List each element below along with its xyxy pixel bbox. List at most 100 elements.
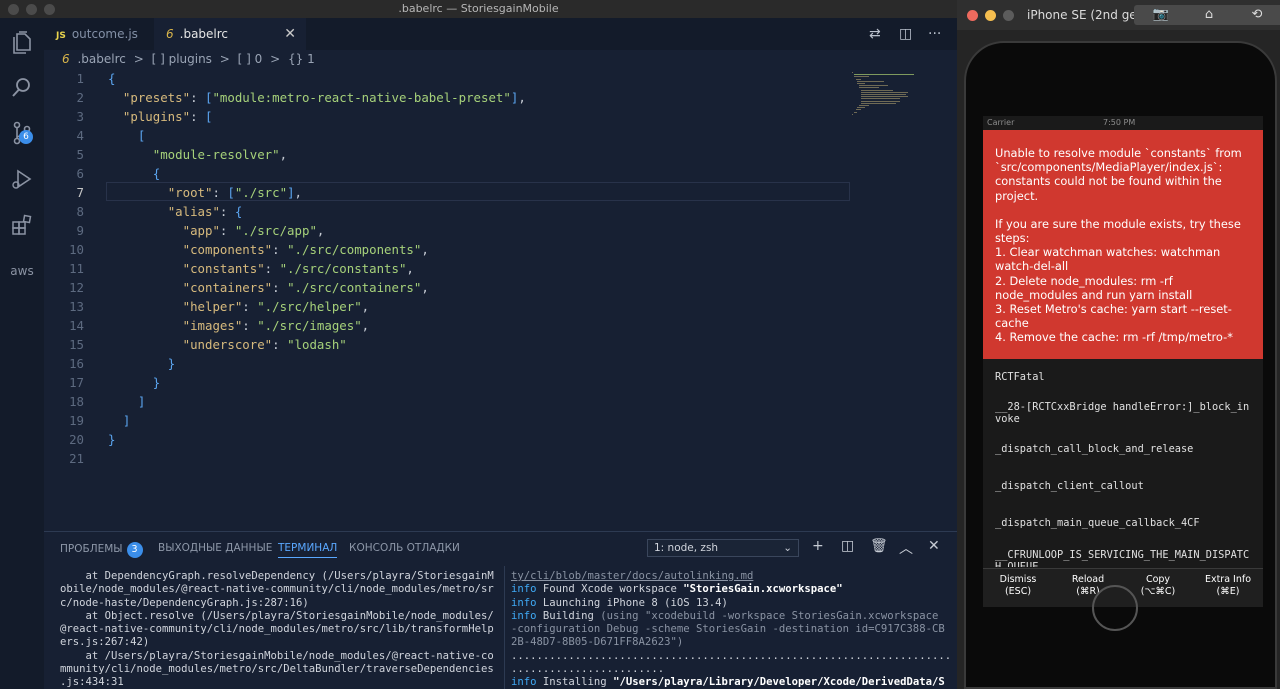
split-terminal-icon[interactable]: ◫ <box>841 538 854 554</box>
screenshot-icon[interactable]: 📷 <box>1134 5 1188 25</box>
editor-tabs: JS outcome.js 6 .babelrc ✕ ⇄ ◫ ··· <box>44 18 957 50</box>
terminal-line: .js:434:31 <box>60 676 124 689</box>
breadcrumb-separator: > <box>133 52 144 66</box>
babel-file-icon: 6 <box>166 27 174 41</box>
terminal-divider[interactable] <box>504 566 505 689</box>
line-number: 4 <box>76 128 84 143</box>
terminal-left[interactable]: at DependencyGraph.resolveDependency (/U… <box>60 570 494 689</box>
minimap-line <box>857 83 866 84</box>
tab-debug-console[interactable]: КОНСОЛЬ ОТЛАДКИ <box>349 542 460 554</box>
stack-frame: _dispatch_client_callout <box>995 480 1144 492</box>
code-line: "helper": "./src/helper", <box>182 299 370 314</box>
minimap-line <box>861 100 900 102</box>
line-number: 7 <box>76 185 84 200</box>
window-title: .babelrc — StoriesgainMobile <box>398 2 559 15</box>
close-window-button[interactable] <box>967 10 978 21</box>
terminal-line: at /Users/playra/StoriesgainMobile/node_… <box>60 649 494 662</box>
files-icon[interactable] <box>9 30 35 56</box>
minimap-line <box>857 80 884 82</box>
minimap-line <box>855 78 862 80</box>
minimize-window-button[interactable] <box>26 4 37 15</box>
line-number: 20 <box>69 432 84 447</box>
minimize-window-button[interactable] <box>985 10 996 21</box>
ios-simulator: iPhone SE (2nd ge... 📷 ⌂ ⟲ Carrier 7:50 … <box>957 0 1280 689</box>
close-tab-icon[interactable]: ✕ <box>284 18 296 50</box>
extensions-icon[interactable] <box>9 212 35 238</box>
extra-info-button[interactable]: Extra Info (⌘E) <box>1193 574 1263 598</box>
minimap-line <box>861 98 900 100</box>
search-icon[interactable] <box>9 74 35 100</box>
code-line: "constants": "./src/constants", <box>182 261 414 276</box>
line-number: 1 <box>76 71 84 86</box>
terminal-select[interactable]: 1: node, zsh ⌄ <box>647 539 799 557</box>
terminal-line: -configuration Debug -scheme StoriesGain… <box>511 623 945 636</box>
line-number: 9 <box>76 223 84 238</box>
chevron-down-icon: ⌄ <box>783 542 792 554</box>
babel-file-icon: 6 <box>62 52 70 66</box>
line-number: 18 <box>69 394 84 409</box>
line-number: 19 <box>69 413 84 428</box>
breadcrumb-item[interactable]: [ ] 0 <box>238 52 263 66</box>
bottom-panel: ПРОБЛЕМЫ 3 ВЫХОДНЫЕ ДАННЫЕ ТЕРМИНАЛ КОНСО… <box>44 531 957 689</box>
code-line: { <box>152 166 161 181</box>
javascript-file-icon: JS <box>56 31 66 41</box>
dismiss-button[interactable]: Dismiss (ESC) <box>983 574 1053 598</box>
minimap-line <box>852 72 854 73</box>
tab-problems[interactable]: ПРОБЛЕМЫ 3 <box>60 542 143 558</box>
run-debug-icon[interactable] <box>9 166 35 192</box>
add-terminal-icon[interactable]: + <box>812 538 824 554</box>
more-actions-icon[interactable]: ··· <box>928 18 941 50</box>
minimap-line <box>861 102 897 104</box>
rotate-icon[interactable]: ⟲ <box>1230 5 1280 25</box>
breadcrumb-item[interactable]: .babelrc <box>77 52 125 66</box>
line-number: 8 <box>76 204 84 219</box>
breadcrumb-item[interactable]: {} 1 <box>288 52 315 66</box>
split-editor-icon[interactable]: ◫ <box>899 18 912 50</box>
code-editor[interactable]: 1 {2 "presets": ["module:metro-react-nati… <box>44 69 957 531</box>
terminal-line: info Installing "/Users/playra/Library/D… <box>511 676 945 689</box>
minimap-line <box>861 89 893 91</box>
zoom-window-button[interactable] <box>1003 10 1014 21</box>
open-changes-icon[interactable]: ⇄ <box>869 18 881 50</box>
source-control-icon[interactable]: 6 <box>9 120 35 146</box>
terminal-line: ers.js:267:42) <box>60 636 150 649</box>
line-number: 5 <box>76 147 84 162</box>
activity-bar: 6 aws <box>0 18 44 689</box>
close-window-button[interactable] <box>8 4 19 15</box>
stack-frame: RCTFatal <box>995 371 1045 383</box>
tab-output[interactable]: ВЫХОДНЫЕ ДАННЫЕ <box>158 542 272 554</box>
error-redbox: Unable to resolve module `constants` fro… <box>983 130 1263 359</box>
minimap-line <box>859 105 870 106</box>
aws-icon[interactable]: aws <box>9 258 35 284</box>
code-line: } <box>152 375 161 390</box>
breadcrumb-item[interactable]: [ ] plugins <box>152 52 212 66</box>
code-line: { <box>108 71 116 86</box>
phone-home-button[interactable] <box>1092 585 1138 631</box>
close-panel-icon[interactable]: ✕ <box>928 538 940 554</box>
minimap-line <box>853 76 870 78</box>
minimap-line <box>853 74 914 76</box>
home-icon[interactable]: ⌂ <box>1182 5 1236 25</box>
code-line: "module-resolver", <box>152 147 288 162</box>
terminal-line: info Launching iPhone 8 (iOS 13.4) <box>511 596 728 609</box>
tab-terminal[interactable]: ТЕРМИНАЛ <box>278 542 338 558</box>
terminal-right[interactable]: ty/cli/blob/master/docs/autolinking.md in… <box>511 570 951 689</box>
terminal-line: @react-native-community/cli/node_modules… <box>60 623 494 636</box>
stack-frame: __CFRUNLOOP_IS_SERVICING_THE_MAIN_DISPAT… <box>995 549 1250 567</box>
code-line: [ <box>137 128 146 143</box>
phone-screen[interactable]: Carrier 7:50 PM Unable to resolve module… <box>983 116 1263 607</box>
zoom-window-button[interactable] <box>44 4 55 15</box>
minimap-line <box>852 113 854 115</box>
terminal-line: ........................................… <box>511 649 951 662</box>
line-number: 12 <box>69 280 84 295</box>
tab-babelrc[interactable]: 6 .babelrc ✕ <box>154 18 306 50</box>
maximize-panel-icon[interactable]: ︿ <box>899 538 913 558</box>
line-number: 2 <box>76 90 84 105</box>
trash-icon[interactable]: 🗑 <box>870 538 888 554</box>
breadcrumb-separator: > <box>219 52 230 66</box>
code-line: "underscore": "lodash" <box>182 337 347 352</box>
tab-outcome-js[interactable]: JS outcome.js <box>44 18 154 50</box>
line-number: 10 <box>69 242 84 257</box>
line-number: 16 <box>69 356 84 371</box>
minimap[interactable] <box>852 69 946 531</box>
